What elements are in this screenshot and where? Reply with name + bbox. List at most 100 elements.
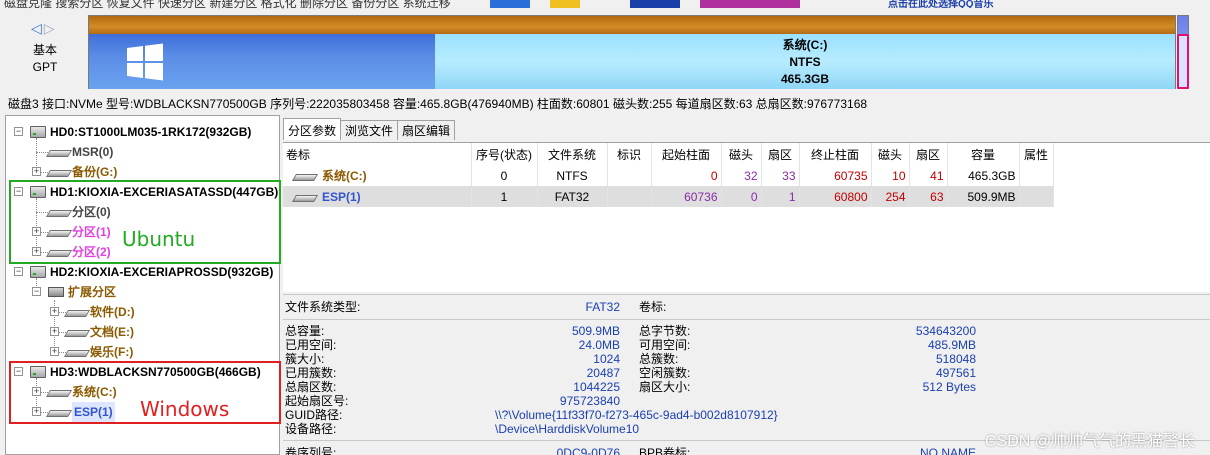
row-flag [607,165,652,186]
row-fs: NTFS [537,165,608,186]
partition-icon [48,408,68,416]
disk-info-line: 磁盘3 接口:NVMe 型号:WDBLACKSN770500GB 序列号:222… [8,97,868,111]
row-flag [607,186,652,207]
tree-hd2-documents[interactable]: 文档(E:) [66,322,134,342]
disk-scroll-thumb[interactable] [1177,34,1189,89]
guid-label: GUID路径: [285,408,343,422]
tree-hd1-p0[interactable]: 分区(0) [48,202,111,222]
windows-logo-icon [127,43,163,81]
table-row[interactable]: 系统(C:) 0 NTFS 0 32 33 60735 10 41 465.3G… [283,165,1054,186]
free-clusters-value: 497561 [935,366,976,380]
tree-hd0[interactable]: HD0:ST1000LM035-1RK172(932GB) [30,122,251,142]
clusters-label: 总簇数: [639,352,679,366]
tree-hd3-esp[interactable]: ESP(1) [48,402,115,422]
details-pane: 分区参数 浏览文件 扇区编辑 卷标 序号(状态) 文件系统 标识 起始柱面 磁头… [281,118,1210,455]
used-value: 24.0MB [578,338,620,352]
partition-icon [48,208,68,216]
hd1-p2-expand-toggle[interactable]: + [32,247,41,256]
col-end-head[interactable]: 磁头 [871,143,910,165]
row-label: 系统(C:) [283,165,472,186]
partition-fs: NTFS [789,55,821,69]
tree-hd2-software-label: 软件(D:) [90,305,135,319]
hd1-p1-expand-toggle[interactable]: + [32,227,41,236]
hd2-ent-expand-toggle[interactable]: + [50,347,59,356]
partition-table[interactable]: 卷标 序号(状态) 文件系统 标识 起始柱面 磁头 扇区 终止柱面 磁头 扇区 … [283,142,1210,292]
menu-items[interactable]: 磁盘克隆 搜索分区 恢复文件 快速分区 新建分区 格式化 删除分区 备份分区 系… [4,0,451,10]
hd3-esp-expand-toggle[interactable]: + [32,407,41,416]
sectors-label: 总扇区数: [285,380,337,394]
hd0-collapse-toggle[interactable]: − [14,127,23,136]
detail-tabs: 分区参数 浏览文件 扇区编辑 [283,118,456,142]
hard-disk-icon [30,266,46,278]
row-start-cyl: 60736 [651,186,722,207]
col-flag[interactable]: 标识 [607,143,652,165]
fs-type-label: 文件系统类型: [285,300,361,314]
disk-type-basic: 基本 [32,43,57,57]
disk-bar-cap [89,16,1175,34]
row-attr [1019,165,1054,186]
hard-disk-icon [30,186,46,198]
tree-hd3-label: HD3:WDBLACKSN770500GB(466GB) [50,365,261,379]
ad-text: 点击在此处选择QQ音乐 [888,0,994,8]
table-row-selected[interactable]: ESP(1) 1 FAT32 60736 0 1 60800 254 63 50… [283,186,1054,207]
hd3-sys-expand-toggle[interactable]: + [32,387,41,396]
tree-hd2-extended[interactable]: 扩展分区 [48,282,116,302]
col-index[interactable]: 序号(状态) [471,143,538,165]
hd0-backup-expand-toggle[interactable]: + [32,167,41,176]
col-label[interactable]: 卷标 [283,143,472,165]
free-value: 485.9MB [927,338,976,352]
hd2-soft-expand-toggle[interactable]: + [50,307,59,316]
row-start-cyl: 0 [651,165,722,186]
col-size[interactable]: 容量 [947,143,1020,165]
partition-name: 系统(C:) [782,38,828,52]
ad-banner[interactable]: 点击在此处选择QQ音乐 [490,0,1010,8]
tree-hd0-backup-label: 备份(G:) [72,165,118,179]
row-end-cyl: 60735 [799,165,872,186]
extended-partition-icon [48,287,64,297]
hd2-docs-expand-toggle[interactable]: + [50,327,59,336]
watermark-text: CSDN @帅帅气气的黑猫警长 [984,433,1195,450]
tree-hd2[interactable]: HD2:KIOXIA-EXCERIAPROSSD(932GB) [30,262,273,282]
col-start-cyl[interactable]: 起始柱面 [651,143,722,165]
partition-icon [294,193,314,201]
bpb-value: NO NAME [919,446,976,455]
col-end-cyl[interactable]: 终止柱面 [799,143,872,165]
menu-bar: 磁盘克隆 搜索分区 恢复文件 快速分区 新建分区 格式化 删除分区 备份分区 系… [0,0,1210,10]
guid-value: \\?\Volume{11f33f70-f273-465c-9ad4-b002d… [495,408,778,422]
tree-hd0-backup[interactable]: 备份(G:) [48,162,117,182]
col-fs[interactable]: 文件系统 [537,143,608,165]
tree-hd3-system[interactable]: 系统(C:) [48,382,117,402]
hd1-collapse-toggle[interactable]: − [14,187,23,196]
hd2-collapse-toggle[interactable]: − [14,267,23,276]
tab-sector-edit[interactable]: 扇区编辑 [397,120,456,140]
row-end-head: 10 [871,165,910,186]
tab-partition-params[interactable]: 分区参数 [283,118,342,140]
col-attr[interactable]: 属性 [1019,143,1054,165]
nav-back-icon[interactable]: ◁ [31,20,44,37]
col-end-sec[interactable]: 扇区 [909,143,948,165]
tab-browse-files[interactable]: 浏览文件 [340,120,399,140]
tree-hd1-p1[interactable]: 分区(1) [48,222,111,242]
tree-hd2-label: HD2:KIOXIA-EXCERIAPROSSD(932GB) [50,265,274,279]
sector-size-value: 512 Bytes [922,380,976,394]
total-label: 总容量: [285,324,325,338]
vol-label-label: 卷标: [639,300,667,314]
col-start-head[interactable]: 磁头 [721,143,762,165]
tree-hd3[interactable]: HD3:WDBLACKSN770500GB(466GB) [30,362,261,382]
tree-hd1-p2[interactable]: 分区(2) [48,242,111,262]
used-clusters-value: 20487 [586,366,620,380]
cluster-label: 簇大小: [285,352,325,366]
hd3-collapse-toggle[interactable]: − [14,367,23,376]
cluster-value: 1024 [593,352,620,366]
tree-hd0-msr[interactable]: MSR(0) [48,142,113,162]
hd2-ext-collapse-toggle[interactable]: − [32,287,41,296]
col-start-sec[interactable]: 扇区 [761,143,800,165]
tree-hd2-software[interactable]: 软件(D:) [66,302,135,322]
free-label: 可用空间: [639,338,691,352]
hard-disk-icon [30,366,46,378]
tree-hd1[interactable]: HD1:KIOXIA-EXCERIASATASSD(447GB) [30,182,278,202]
tree-hd2-entertainment[interactable]: 娱乐(F:) [66,342,133,362]
tree-hd0-msr-label: MSR(0) [72,145,114,159]
partition-map-bar[interactable]: 系统(C:) NTFS 465.3GB [88,15,1176,89]
nav-forward-icon[interactable]: ▷ [44,20,57,37]
